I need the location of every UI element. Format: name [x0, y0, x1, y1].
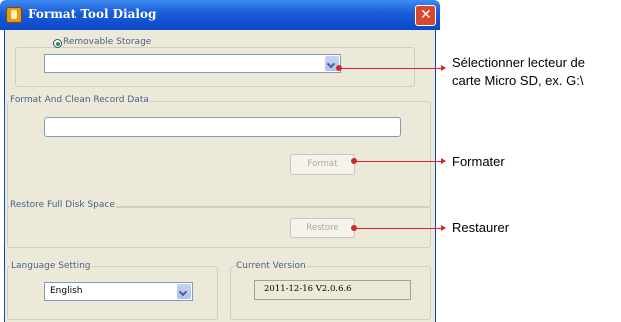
drive-annotation-line1: Sélectionner lecteur de — [452, 55, 585, 70]
drive-annotation-line2: carte Micro SD, ex. G:\ — [452, 73, 584, 88]
format-group-legend: Format And Clean Record Data — [9, 95, 150, 105]
record-data-field[interactable] — [44, 117, 401, 137]
format-annotation: Formater — [452, 154, 505, 169]
dialog-client: Removable Storage Format And Clean Recor… — [4, 30, 436, 322]
removable-storage-label[interactable]: Removable Storage — [62, 37, 153, 47]
restore-callout-line — [355, 228, 441, 229]
restore-group — [7, 206, 431, 248]
title-bar[interactable]: Format Tool Dialog ✕ — [0, 0, 440, 30]
drive-select[interactable] — [44, 54, 341, 73]
chevron-down-icon[interactable] — [177, 284, 191, 299]
format-button[interactable]: Format — [290, 154, 355, 175]
format-callout-arrow-icon — [441, 158, 446, 164]
close-icon: ✕ — [420, 7, 432, 23]
version-value: 2011-12-16 V2.0.6.6 — [264, 284, 352, 294]
version-group-legend: Current Version — [235, 261, 307, 271]
restore-callout-arrow-icon — [441, 225, 446, 231]
format-callout-line — [355, 161, 441, 162]
drive-callout-arrow-icon — [441, 65, 446, 71]
restore-button[interactable]: Restore — [290, 218, 355, 238]
language-select[interactable]: English — [44, 282, 193, 301]
close-button[interactable]: ✕ — [415, 5, 436, 26]
drive-callout-line — [340, 68, 441, 69]
version-field: 2011-12-16 V2.0.6.6 — [254, 280, 411, 300]
restore-annotation: Restaurer — [452, 220, 510, 235]
language-select-value: English — [50, 286, 83, 296]
restore-group-legend: Restore Full Disk Space — [9, 200, 116, 210]
language-group-legend: Language Setting — [10, 261, 92, 271]
app-icon — [6, 7, 22, 23]
removable-storage-radio[interactable] — [53, 39, 62, 48]
window-title: Format Tool Dialog — [28, 7, 157, 21]
